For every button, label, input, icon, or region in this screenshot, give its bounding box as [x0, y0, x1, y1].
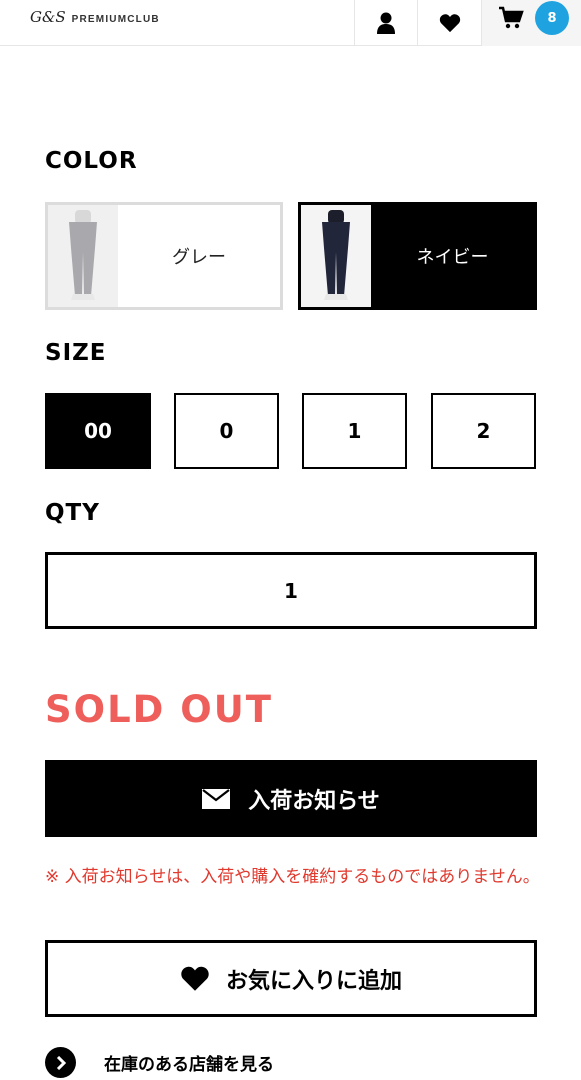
- logo-mark: G&S: [30, 8, 66, 26]
- restock-notice-text: ※ 入荷お知らせは、入荷や購入を確約するものではありません。: [45, 867, 540, 887]
- size-option-0[interactable]: 0: [174, 393, 279, 469]
- favorites-button[interactable]: [417, 0, 481, 46]
- color-thumbnail-navy: [301, 205, 371, 307]
- cart-button[interactable]: 8: [481, 0, 581, 46]
- user-icon: [377, 12, 395, 34]
- color-section-label: COLOR: [45, 148, 138, 174]
- size-option-00[interactable]: 00: [45, 393, 151, 469]
- sold-out-status: SOLD OUT: [45, 688, 274, 731]
- pants-image-gray: [69, 210, 97, 300]
- size-option-1[interactable]: 1: [302, 393, 407, 469]
- store-stock-link[interactable]: 在庫のある店舗を見る: [45, 1047, 274, 1078]
- size-section-label: SIZE: [45, 340, 107, 366]
- color-thumbnail-gray: [48, 205, 118, 307]
- add-to-favorites-label: お気に入りに追加: [225, 968, 402, 994]
- chevron-right-icon: [45, 1047, 76, 1078]
- size-option-2[interactable]: 2: [431, 393, 536, 469]
- quantity-select[interactable]: 1: [45, 552, 537, 629]
- store-stock-label: 在庫のある店舗を見る: [104, 1055, 274, 1075]
- restock-notify-button[interactable]: 入荷お知らせ: [45, 760, 537, 837]
- mail-icon: [202, 788, 231, 809]
- brand-logo[interactable]: G&S PREMIUMCLUB: [30, 8, 160, 26]
- add-to-favorites-button[interactable]: お気に入りに追加: [45, 940, 537, 1017]
- cart-icon: [499, 6, 524, 29]
- qty-section-label: QTY: [45, 500, 100, 526]
- color-option-label: グレー: [172, 247, 226, 268]
- cart-count-badge: 8: [535, 1, 569, 35]
- color-option-label: ネイビー: [416, 247, 489, 268]
- account-button[interactable]: [354, 0, 417, 46]
- color-option-gray[interactable]: グレー: [45, 202, 283, 310]
- color-option-navy[interactable]: ネイビー: [298, 202, 537, 310]
- pants-image-navy: [322, 210, 350, 300]
- site-header: G&S PREMIUMCLUB 8: [0, 0, 581, 46]
- heart-icon: [181, 966, 209, 991]
- heart-icon: [439, 14, 460, 33]
- restock-notify-label: 入荷お知らせ: [248, 788, 380, 814]
- logo-text: PREMIUMCLUB: [71, 14, 160, 25]
